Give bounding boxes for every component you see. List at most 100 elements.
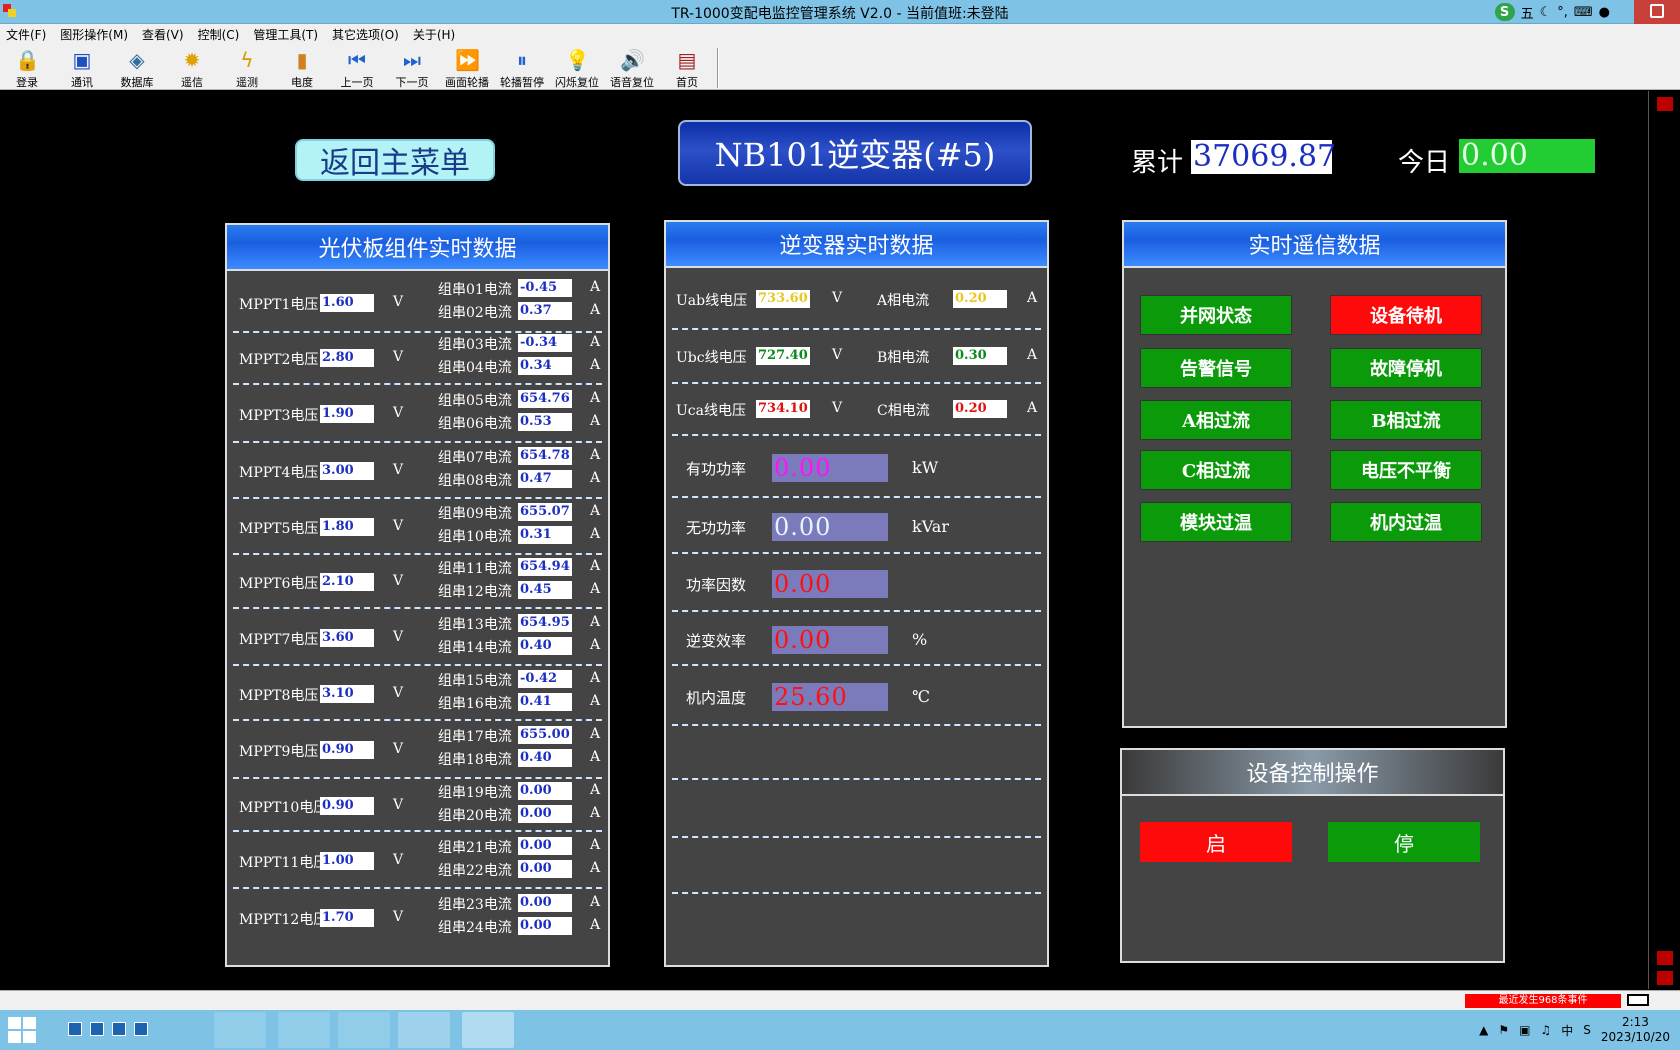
power-unit: % — [912, 630, 928, 649]
stop-button[interactable]: 停 — [1328, 822, 1480, 862]
menu-item[interactable]: 文件(F) — [6, 26, 46, 43]
power-unit: ℃ — [912, 687, 930, 706]
mppt-voltage-value: 2.10 — [320, 573, 374, 591]
taskbar: ▲ ⚑ ▣ ♫ 中 S 2:13 2023/10/20 — [0, 1010, 1680, 1050]
window-close-button[interactable] — [1634, 0, 1680, 24]
mppt-row: MPPT3电压 1.90 V 组串05电流 654.76 A 组串06电流 0.53 A — [233, 385, 602, 443]
lightning-icon: ϟ — [240, 48, 254, 72]
menu-item[interactable]: 其它选项(O) — [332, 26, 399, 43]
string-current-unit: A — [590, 447, 601, 463]
side-flag-icon[interactable] — [1657, 97, 1673, 111]
menu-item[interactable]: 图形操作(M) — [60, 26, 128, 43]
pv-panel: 光伏板组件实时数据 MPPT1电压 1.60 V 组串01电流 -0.45 A 组串02电流… — [225, 223, 610, 967]
toolbar-button-12[interactable]: 🔊 语音复位 — [605, 46, 659, 89]
start-button[interactable]: 启 — [1140, 822, 1292, 862]
device-title: NB101逆变器(#5) — [678, 120, 1032, 186]
user-icon[interactable]: ● — [1599, 5, 1610, 20]
side-flag-icon[interactable] — [1657, 951, 1673, 965]
toolbar-button-7[interactable]: ⏮ 上一页 — [330, 46, 384, 89]
toolbar-button-5[interactable]: ϟ 遥测 — [220, 46, 274, 89]
sogou-ime-icon[interactable]: S — [1494, 3, 1515, 21]
quicklaunch-icon[interactable] — [112, 1022, 126, 1036]
toolbar-button-2[interactable]: ▣ 通讯 — [55, 46, 109, 89]
phase-current-label: B相电流 — [877, 350, 930, 366]
menu-item[interactable]: 关于(H) — [413, 26, 455, 43]
string-current-label: 组串18电流 — [438, 752, 512, 768]
toolbar-button-13[interactable]: ▤ 首页 — [660, 46, 714, 89]
toolbar-button-6[interactable]: ▮ 电度 — [275, 46, 329, 89]
mppt-row: MPPT10电压 0.90 V 组串19电流 0.00 A 组串20电流 0.00 A — [233, 779, 602, 832]
string-current-value: 0.00 — [518, 917, 572, 935]
phase-current-value: 0.20 — [953, 290, 1007, 308]
toolbar-button-9[interactable]: ⏩ 画面轮播 — [440, 46, 494, 89]
power-unit: kVar — [912, 517, 949, 536]
mppt-row: MPPT5电压 1.80 V 组串09电流 655.07 A 组串10电流 0.31 A — [233, 499, 602, 555]
string-current-value: 0.31 — [518, 526, 572, 544]
line-voltage-value: 727.40 — [756, 347, 810, 365]
string-current-label: 组串14电流 — [438, 640, 512, 656]
task-scada-app[interactable] — [462, 1012, 514, 1048]
side-flag-icon[interactable] — [1657, 971, 1673, 985]
power-value: 0.00 — [772, 626, 888, 654]
toolbar-button-10[interactable]: ⏸ 轮播暂停 — [495, 46, 549, 89]
quicklaunch-icon[interactable] — [134, 1022, 148, 1036]
mppt-row: MPPT6电压 2.10 V 组串11电流 654.94 A 组串12电流 0.45 A — [233, 555, 602, 609]
mppt-voltage-label: MPPT5电压 — [239, 521, 319, 537]
mppt-voltage-label: MPPT12电压 — [239, 912, 328, 928]
tray-up-arrow-icon[interactable]: ▲ — [1479, 1023, 1488, 1037]
string-current-label: 组串22电流 — [438, 863, 512, 879]
tray-volume-icon[interactable]: ♫ — [1540, 1023, 1551, 1037]
system-tray: ▲ ⚑ ▣ ♫ 中 S 2:13 2023/10/20 — [1479, 1010, 1680, 1050]
ime-mode[interactable]: 五 — [1521, 3, 1534, 22]
toolbar-button-11[interactable]: 💡 闪烁复位 — [550, 46, 604, 89]
string-current-value: 0.00 — [518, 782, 572, 800]
mppt-voltage-label: MPPT1电压 — [239, 297, 319, 313]
mppt-row: MPPT7电压 3.60 V 组串13电流 654.95 A 组串14电流 0.40 A — [233, 609, 602, 666]
clock[interactable]: 2:13 2023/10/20 — [1601, 1015, 1670, 1045]
moon-icon[interactable]: ☾ — [1540, 5, 1552, 20]
string-current-label: 组串17电流 — [438, 729, 512, 745]
signal-indicator: 电压不平衡 — [1330, 450, 1482, 490]
task-server-manager[interactable] — [214, 1012, 266, 1048]
mppt-voltage-unit: V — [393, 294, 404, 310]
ime-toolbar[interactable]: S 五 ☾ °, ⌨ ● — [1494, 2, 1610, 22]
toolbar-button-label: 登录 — [16, 76, 38, 89]
bulb-icon: 💡 — [565, 48, 590, 72]
quicklaunch-icon[interactable] — [68, 1022, 82, 1036]
mppt-voltage-label: MPPT6电压 — [239, 576, 319, 592]
string-current-value: 0.53 — [518, 413, 572, 431]
task-powershell[interactable] — [278, 1012, 330, 1048]
toolbar-button-8[interactable]: ⏭ 下一页 — [385, 46, 439, 89]
fast-forward-icon: ⏩ — [455, 48, 480, 72]
total-energy-label: 累计 — [1131, 148, 1184, 178]
task-explorer[interactable] — [338, 1012, 390, 1048]
task-app-a[interactable] — [398, 1012, 450, 1048]
menu-item[interactable]: 控制(C) — [198, 26, 240, 43]
back-to-main-menu-button[interactable]: 返回主菜单 — [295, 139, 495, 181]
string-current-value: -0.34 — [518, 334, 572, 352]
mppt-voltage-label: MPPT10电压 — [239, 800, 328, 816]
toolbar-button-1[interactable]: 🔒 登录 — [0, 46, 54, 89]
mppt-row: MPPT8电压 3.10 V 组串15电流 -0.42 A 组串16电流 0.41 A — [233, 666, 602, 721]
status-bar: 最近发生968条事件 — [0, 990, 1680, 1010]
start-button[interactable] — [8, 1017, 38, 1043]
window-title: TR-1000变配电监控管理系统 V2.0 - 当前值班:未登陆 — [671, 6, 1009, 22]
line-voltage-row: Uca线电压 734.10 V C相电流 0.20 A — [672, 384, 1041, 436]
menu-item[interactable]: 查看(V) — [142, 26, 184, 43]
tray-ime-lang[interactable]: 中 — [1561, 1022, 1573, 1039]
toolbar-button-4[interactable]: ✹ 遥信 — [165, 46, 219, 89]
event-alert[interactable]: 最近发生968条事件 — [1465, 994, 1621, 1008]
clock-date: 2023/10/20 — [1600, 1030, 1670, 1044]
punctuation-icon[interactable]: °, — [1557, 5, 1568, 20]
toolbar-button-3[interactable]: ◈ 数据库 — [110, 46, 164, 89]
quicklaunch-icon[interactable] — [90, 1022, 104, 1036]
menu-item[interactable]: 管理工具(T) — [253, 26, 318, 43]
keyboard-icon[interactable]: ⌨ — [1574, 5, 1593, 20]
toolbar-button-label: 上一页 — [340, 76, 374, 89]
mppt-row: MPPT9电压 0.90 V 组串17电流 655.00 A 组串18电流 0.40 A — [233, 721, 602, 779]
string-current-label: 组串20电流 — [438, 808, 512, 824]
tray-sogou-icon[interactable]: S — [1583, 1023, 1591, 1037]
tray-network-icon[interactable]: ▣ — [1519, 1023, 1530, 1037]
power-row: 功率因数 0.00 — [672, 556, 1041, 612]
tray-flag-icon[interactable]: ⚑ — [1498, 1023, 1509, 1037]
